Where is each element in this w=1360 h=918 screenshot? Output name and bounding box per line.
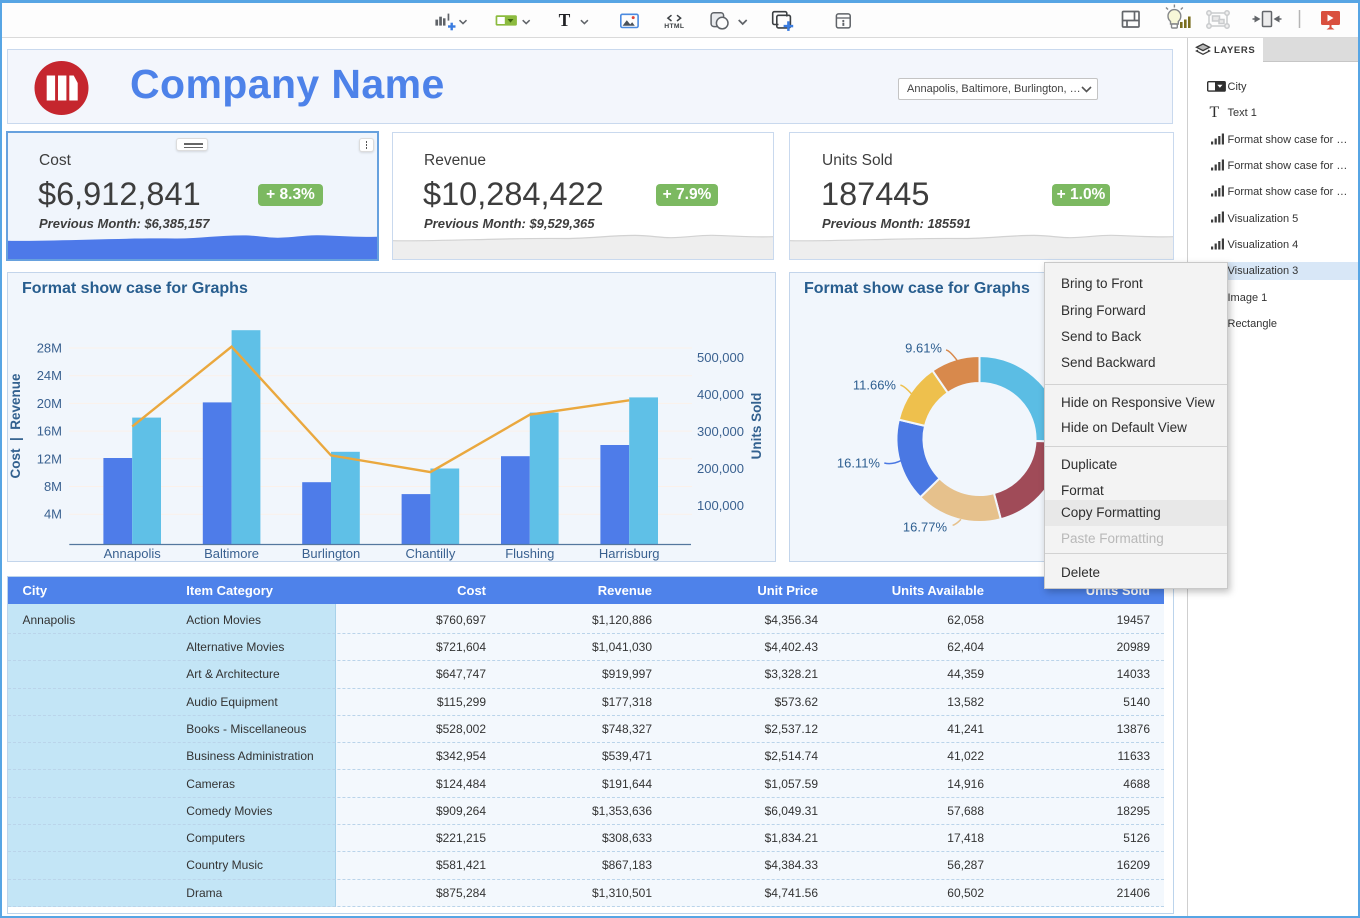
svg-text:Flushing: Flushing xyxy=(505,546,554,561)
svg-text:16M: 16M xyxy=(37,424,62,439)
svg-text:Annapolis: Annapolis xyxy=(104,546,162,561)
svg-text:Baltimore: Baltimore xyxy=(204,546,259,561)
svg-text:HTML: HTML xyxy=(664,23,684,30)
svg-text:Units Sold: Units Sold xyxy=(749,393,764,460)
svg-text:11.66%: 11.66% xyxy=(853,377,897,392)
svg-text:200,000: 200,000 xyxy=(697,461,744,476)
svg-text:T: T xyxy=(559,10,571,30)
svg-text:16.77%: 16.77% xyxy=(903,520,948,535)
svg-text:12M: 12M xyxy=(37,451,62,466)
svg-text:24M: 24M xyxy=(37,368,62,383)
svg-text:4M: 4M xyxy=(44,507,62,522)
svg-text:400,000: 400,000 xyxy=(697,387,744,402)
svg-text:20M: 20M xyxy=(37,396,62,411)
svg-text:Cost | Revenue: Cost | Revenue xyxy=(8,373,23,479)
svg-text:16.11%: 16.11% xyxy=(837,455,881,470)
svg-text:100,000: 100,000 xyxy=(697,498,744,513)
svg-text:28M: 28M xyxy=(37,341,62,356)
svg-text:Burlington: Burlington xyxy=(302,546,361,561)
svg-text:9.61%: 9.61% xyxy=(905,341,942,356)
svg-text:Harrisburg: Harrisburg xyxy=(599,546,660,561)
svg-text:8M: 8M xyxy=(44,479,62,494)
svg-text:Chantilly: Chantilly xyxy=(405,546,455,561)
svg-text:300,000: 300,000 xyxy=(697,424,744,439)
svg-text:500,000: 500,000 xyxy=(697,350,744,365)
